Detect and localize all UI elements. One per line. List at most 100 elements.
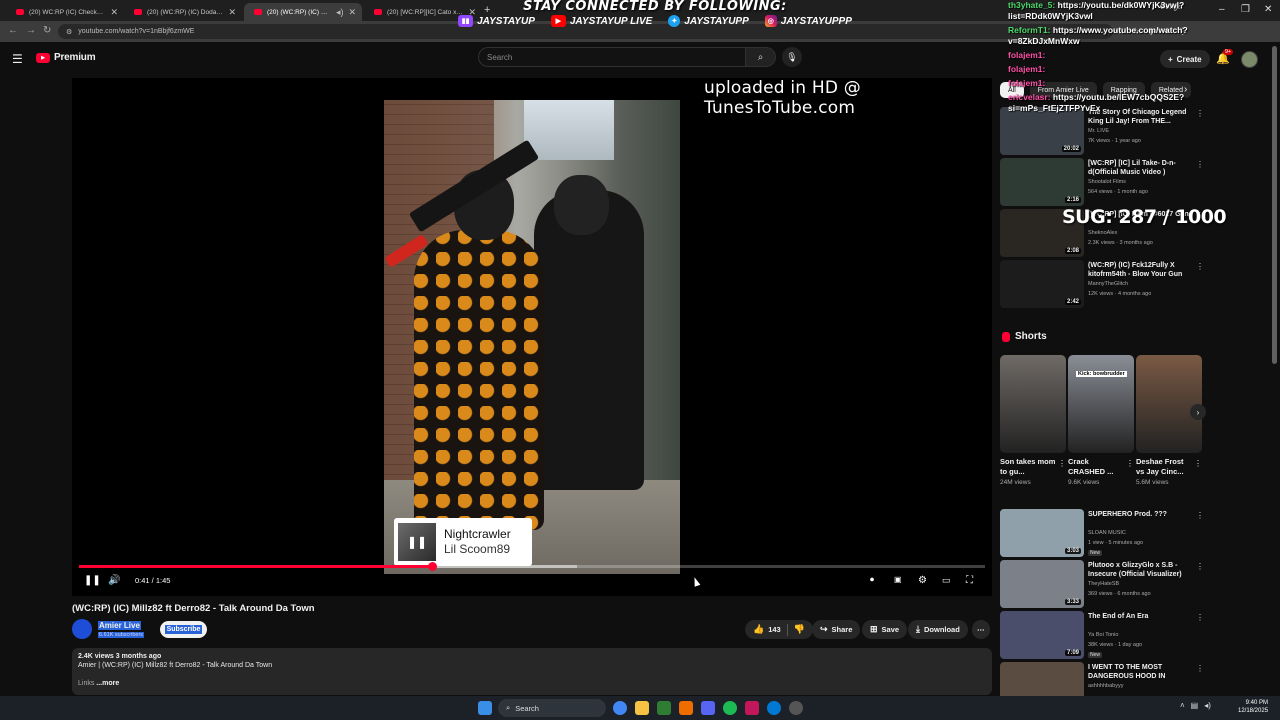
- network-icon[interactable]: ▤: [1191, 701, 1199, 710]
- recommended-video-title[interactable]: I WENT TO THE MOST DANGEROUS HOOD IN QUE…: [1088, 663, 1196, 681]
- more-vert-icon[interactable]: ⋮: [1196, 613, 1204, 622]
- short-item[interactable]: Deshae Frost vs Jay Cinc... 5.6M views ⋮: [1136, 355, 1202, 486]
- short-thumbnail[interactable]: Kick: bowbrudder: [1068, 355, 1134, 453]
- account-avatar[interactable]: [1241, 51, 1258, 68]
- more-vert-icon[interactable]: ⋮: [1058, 459, 1066, 468]
- page-scrollbar[interactable]: [1272, 46, 1277, 364]
- search-button[interactable]: ⌕: [746, 47, 776, 67]
- site-info-icon[interactable]: ⚙: [66, 28, 72, 36]
- thumbs-down-icon[interactable]: 👎: [794, 624, 805, 635]
- video-thumbnail[interactable]: 3:03: [1000, 509, 1084, 557]
- app-icon[interactable]: [745, 701, 759, 715]
- xbox-icon[interactable]: [657, 701, 671, 715]
- recommended-video[interactable]: 2:42 (WC:RP) (IC) Fck12Fully X kitofrm54t…: [1000, 260, 1205, 308]
- short-item[interactable]: Son takes mom to gu... 24M views ⋮: [1000, 355, 1066, 486]
- more-vert-icon[interactable]: ⋮: [1196, 160, 1204, 169]
- short-thumbnail[interactable]: [1000, 355, 1066, 453]
- channel-avatar[interactable]: [72, 619, 92, 639]
- captions-icon[interactable]: ▣: [894, 575, 902, 584]
- thumbs-up-icon[interactable]: 👍: [753, 624, 764, 635]
- video-thumbnail[interactable]: 3:33: [1000, 560, 1084, 608]
- search-input[interactable]: Search: [478, 47, 746, 67]
- close-window-icon[interactable]: ✕: [1264, 4, 1272, 15]
- browser-tab-active[interactable]: (20) (WC:RP) (IC) Millz82 ft ◂) ✕: [244, 3, 362, 21]
- close-icon[interactable]: ✕: [348, 7, 356, 18]
- chevron-up-icon[interactable]: ˄: [1180, 701, 1185, 710]
- chrome-icon[interactable]: [613, 701, 627, 715]
- short-title[interactable]: Son takes mom to gu...: [1000, 457, 1066, 477]
- hamburger-menu-icon[interactable]: ☰: [12, 52, 23, 66]
- file-explorer-icon[interactable]: [635, 701, 649, 715]
- vlc-icon[interactable]: [679, 701, 693, 715]
- miniplayer-icon[interactable]: ▭: [942, 575, 951, 586]
- short-title[interactable]: Crack CRASHED ...: [1068, 457, 1134, 477]
- forward-icon[interactable]: →: [26, 25, 36, 36]
- close-icon[interactable]: ✕: [110, 7, 118, 18]
- recommended-video-title[interactable]: [WC:RP] [IC] Lil Take- D-n-d(Official Mu…: [1088, 159, 1196, 177]
- recommended-video-title[interactable]: Plutooo x GlizzyGlo x S.B - Insecure (Of…: [1088, 561, 1196, 579]
- recommended-video-title[interactable]: SUPERHERO Prod. ???: [1088, 510, 1196, 519]
- recommended-video[interactable]: 2:16 [WC:RP] [IC] Lil Take- D-n-d(Officia…: [1000, 158, 1205, 206]
- video-player[interactable]: uploaded in HD @ TunesToTube.com ❚❚ Nigh…: [72, 78, 992, 596]
- fullscreen-icon[interactable]: ⛶: [966, 575, 973, 586]
- short-title[interactable]: Deshae Frost vs Jay Cinc...: [1136, 457, 1202, 477]
- subscribe-button[interactable]: Subscribe: [160, 621, 207, 638]
- description-box[interactable]: 2.4K views 3 months ago Amier | (WC:RP) …: [72, 648, 992, 695]
- video-thumbnail[interactable]: 7:09: [1000, 611, 1084, 659]
- taskbar-search[interactable]: ⌕ Search: [498, 699, 606, 717]
- system-clock[interactable]: 9:40 PM 12/18/2025: [1238, 699, 1268, 715]
- recommended-video[interactable]: 7:09 The End of An Era Ya Boi Tonio 38K vie…: [1000, 611, 1205, 659]
- chevron-right-icon[interactable]: ›: [1190, 404, 1206, 420]
- spotify-icon[interactable]: [723, 701, 737, 715]
- short-item[interactable]: Kick: bowbrudder Crack CRASHED ... 9.6K vi…: [1068, 355, 1134, 486]
- recommended-video-title[interactable]: (WC:RP) (IC) Fck12Fully X kitofrm54th - …: [1088, 261, 1196, 279]
- speaker-icon[interactable]: ◂): [336, 7, 344, 18]
- browser-tab[interactable]: (20) WC:RP (IC) Checked Toget ✕: [6, 3, 124, 21]
- volume-icon[interactable]: 🔊: [108, 575, 120, 586]
- more-vert-icon[interactable]: ⋮: [1126, 459, 1134, 468]
- autoplay-toggle[interactable]: ⏺: [870, 575, 874, 585]
- youtube-premium-logo[interactable]: ▶ Premium: [36, 52, 96, 63]
- settings-gear-icon[interactable]: ⚙: [918, 575, 927, 586]
- short-thumbnail[interactable]: [1136, 355, 1202, 453]
- recommended-video[interactable]: 3:33 Plutooo x GlizzyGlo x S.B - Insecure…: [1000, 560, 1205, 608]
- maximize-icon[interactable]: ❐: [1241, 4, 1250, 15]
- share-button[interactable]: ↪ Share: [812, 620, 861, 639]
- more-vert-icon[interactable]: ⋮: [1196, 262, 1204, 271]
- recommended-channel[interactable]: SLOAN MUSIC: [1088, 530, 1126, 536]
- recommended-video[interactable]: 3:03 SUPERHERO Prod. ??? SLOAN MUSIC 1 view…: [1000, 509, 1205, 557]
- recommended-channel[interactable]: Shootalot Films: [1088, 179, 1126, 185]
- like-count[interactable]: 143: [768, 625, 781, 634]
- video-thumbnail[interactable]: 2:16: [1000, 158, 1084, 206]
- recommended-channel[interactable]: SheknoAlex: [1088, 230, 1117, 236]
- recommended-channel[interactable]: TheyHateSB: [1088, 581, 1119, 587]
- back-icon[interactable]: ←: [8, 25, 18, 36]
- pause-button[interactable]: ❚❚: [84, 575, 101, 586]
- volume-icon[interactable]: ◂): [1204, 701, 1211, 710]
- more-vert-icon[interactable]: ⋮: [1196, 511, 1204, 520]
- browser-tab[interactable]: (20) (WC:RP) (IC) Dodat - #Dod ✕: [124, 3, 242, 21]
- recommended-channel[interactable]: Mr. LIVE: [1088, 128, 1109, 134]
- progress-bar[interactable]: [79, 562, 985, 571]
- channel-name[interactable]: Amier Live: [98, 621, 141, 630]
- video-thumbnail[interactable]: 2:42: [1000, 260, 1084, 308]
- save-button[interactable]: ⊞ Save: [862, 620, 908, 639]
- close-icon[interactable]: ✕: [228, 7, 236, 18]
- video-frame[interactable]: [384, 100, 680, 574]
- more-actions-button[interactable]: ⋯: [972, 620, 990, 639]
- recommended-channel[interactable]: MannyTheGlitch: [1088, 281, 1128, 287]
- reload-icon[interactable]: ↻: [43, 25, 51, 36]
- recommended-channel[interactable]: ashhhhbabyyy: [1088, 683, 1123, 689]
- voice-search-button[interactable]: 🎙: [782, 47, 802, 67]
- show-more-link[interactable]: ...more: [96, 680, 119, 687]
- discord-icon[interactable]: [701, 701, 715, 715]
- more-vert-icon[interactable]: ⋮: [1194, 459, 1202, 468]
- more-vert-icon[interactable]: ⋮: [1196, 562, 1204, 571]
- more-vert-icon[interactable]: ⋮: [1196, 664, 1204, 673]
- recommended-video-title[interactable]: The End of An Era: [1088, 612, 1196, 621]
- recommended-channel[interactable]: Ya Boi Tonio: [1088, 632, 1118, 638]
- download-button[interactable]: ⤓ Download: [908, 620, 968, 639]
- windows-start-icon[interactable]: [478, 701, 492, 715]
- obs-icon[interactable]: [789, 701, 803, 715]
- browser-icon[interactable]: [767, 701, 781, 715]
